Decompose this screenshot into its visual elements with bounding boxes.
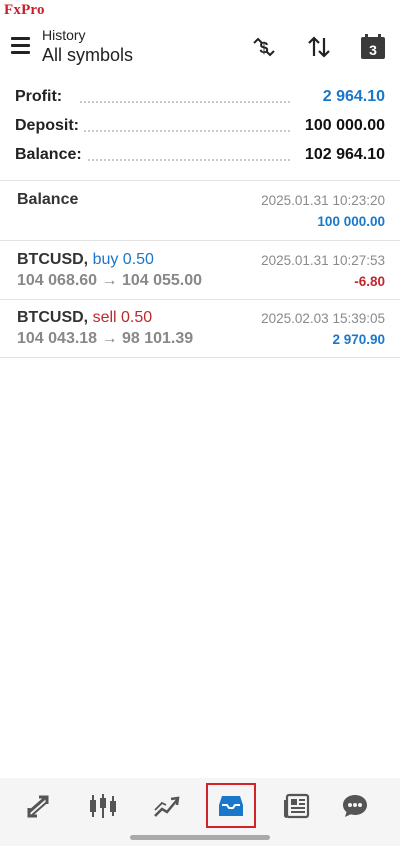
entry-title: BTCUSD, sell 0.50 [17,309,153,326]
divider [0,357,400,358]
calendar-day: 3 [369,42,377,58]
deposit-value: 100 000.00 [304,117,385,134]
nav-chart[interactable] [78,783,128,828]
history-entry-sell[interactable]: BTCUSD, sell 0.50 104 043.18 → 98 101.39… [0,299,400,357]
header-subtitle: History [42,27,86,43]
nav-news[interactable] [272,783,322,828]
entry-side: buy 0.50 [92,251,154,268]
summary-row-profit: Profit: 2 964.10 [0,86,400,115]
profit-value: 2 964.10 [322,88,385,105]
quotes-icon [27,795,49,817]
dotted-leader [80,159,290,161]
entry-title: Balance [17,191,79,208]
bottom-navigation [0,778,400,846]
balance-value: 102 964.10 [304,146,385,163]
gesture-home-bar[interactable] [130,835,270,840]
nav-messages[interactable] [330,783,380,828]
dollar-sync-icon[interactable]: $ [250,33,278,61]
nav-history[interactable] [206,783,256,828]
nav-quotes[interactable] [14,783,64,828]
entry-time: 2025.01.31 10:27:53 [261,253,385,268]
entry-prices: 104 043.18 → 98 101.39 [17,330,194,347]
history-entry-buy[interactable]: BTCUSD, buy 0.50 104 068.60 → 104 055.00… [0,241,400,299]
entry-side: sell 0.50 [92,309,153,326]
account-summary: Profit: 2 964.10 Deposit: 100 000.00 Bal… [0,86,400,173]
dotted-leader [80,130,290,132]
trade-icon [154,796,180,817]
profit-label: Profit: [15,88,67,106]
entry-symbol: BTCUSD [17,309,84,326]
chart-icon [90,793,116,818]
deposit-label: Deposit: [15,117,83,135]
entry-time: 2025.02.03 15:39:05 [261,311,385,326]
balance-label: Balance: [15,146,86,164]
entry-title: BTCUSD, buy 0.50 [17,251,154,268]
brand-logo: FxPro [4,2,45,18]
sort-icon[interactable] [305,33,333,61]
calendar-icon[interactable]: 3 [359,33,387,61]
entry-amount: 100 000.00 [317,214,385,229]
entry-amount: -6.80 [354,274,385,289]
top-app-bar: History All symbols $ 3 [0,22,400,72]
entry-amount: 2 970.90 [332,332,385,347]
summary-row-balance: Balance: 102 964.10 [0,144,400,173]
dotted-leader [80,101,290,103]
header-title[interactable]: All symbols [42,45,133,66]
menu-icon[interactable] [11,37,33,55]
news-icon [284,793,310,818]
summary-row-deposit: Deposit: 100 000.00 [0,115,400,144]
entry-prices: 104 068.60 → 104 055.00 [17,272,203,289]
entry-time: 2025.01.31 10:23:20 [261,193,385,208]
entry-symbol: BTCUSD [17,251,84,268]
history-entry-balance[interactable]: Balance 2025.01.31 10:23:20 100 000.00 [0,181,400,239]
history-icon [219,795,243,816]
messages-icon [343,794,367,817]
nav-trade[interactable] [142,783,192,828]
